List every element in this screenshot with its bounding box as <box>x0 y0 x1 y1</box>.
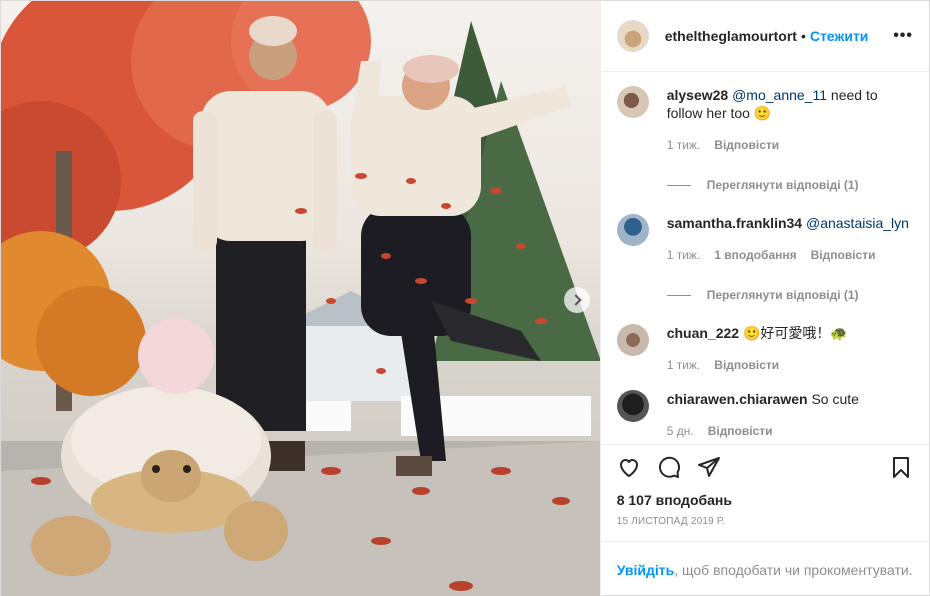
photo-illustration <box>1 1 600 596</box>
more-options-icon[interactable]: ••• <box>893 27 913 45</box>
comment-item: chiarawen.chiarawen So cute 5 дн. Відпов… <box>616 390 913 438</box>
comment-time[interactable]: 1 тиж. <box>667 138 701 152</box>
reply-button[interactable]: Відповісти <box>708 424 773 438</box>
login-link[interactable]: Увійдіть <box>617 562 675 578</box>
comment-icon[interactable] <box>657 455 681 479</box>
commenter-avatar[interactable] <box>616 214 649 246</box>
comments-list: alysew28 @mo_anne_11 need to follow her … <box>601 72 929 444</box>
post-side-panel: ethel­theglamourtort • Стежити ••• alyse… <box>599 1 929 596</box>
replies-divider <box>666 184 691 186</box>
follow-button[interactable]: Стежити <box>810 28 869 44</box>
post-header: ethel­theglamourtort • Стежити ••• <box>600 1 929 72</box>
view-replies-label: Переглянути відповіді (1) <box>706 288 859 302</box>
commenter-avatar[interactable] <box>616 390 649 422</box>
replies-divider <box>666 294 691 296</box>
comment-text: samantha.franklin34 @anastaisia_lyn <box>667 214 913 232</box>
comment-meta: 1 тиж. 1 вподобання Відповісти <box>667 248 913 262</box>
view-replies-label: Переглянути відповіді (1) <box>706 178 859 192</box>
comment-item: alysew28 @mo_anne_11 need to follow her … <box>616 86 913 152</box>
post-date[interactable]: 15 листопад 2019 р. <box>601 508 929 527</box>
commenter-username[interactable]: samantha.franklin34 <box>667 215 802 231</box>
heart-icon[interactable] <box>617 455 641 479</box>
comment-meta: 1 тиж. Відповісти <box>667 138 913 152</box>
comment-text: chuan_222 🙂好可愛哦！🐢 <box>667 324 913 342</box>
comment-likes[interactable]: 1 вподобання <box>714 248 796 262</box>
likes-count[interactable]: 8 107 вподобань <box>601 488 929 508</box>
reply-button[interactable]: Відповісти <box>714 138 779 152</box>
comment-mention[interactable]: @anastaisia_lyn <box>806 215 909 231</box>
login-prompt: Увійдіть , щоб вподобати чи прокоментува… <box>600 541 929 596</box>
reply-button[interactable]: Відповісти <box>811 248 876 262</box>
header-separator: • <box>800 28 806 44</box>
bookmark-icon[interactable] <box>889 455 913 479</box>
comment-text: chiarawen.chiarawen So cute <box>667 390 913 408</box>
view-replies-button[interactable]: Переглянути відповіді (1) <box>666 288 913 302</box>
comment-body: So cute <box>811 391 859 407</box>
comment-time[interactable]: 1 тиж. <box>667 358 701 372</box>
post-photo[interactable] <box>1 1 600 596</box>
commenter-username[interactable]: chiarawen.chiarawen <box>667 391 808 407</box>
comment-meta: 5 дн. Відповісти <box>667 424 913 438</box>
share-icon[interactable] <box>697 455 721 479</box>
comment-item: chuan_222 🙂好可愛哦！🐢 1 тиж. Відповісти <box>616 324 913 372</box>
comment-text: alysew28 @mo_anne_11 need to follow her … <box>667 86 913 122</box>
commenter-username[interactable]: chuan_222 <box>667 325 739 341</box>
chevron-right-icon <box>569 294 582 306</box>
commenter-username[interactable]: alysew28 <box>667 87 729 103</box>
view-replies-button[interactable]: Переглянути відповіді (1) <box>666 178 913 192</box>
carousel-next-button[interactable] <box>564 287 590 313</box>
author-avatar[interactable] <box>616 20 649 52</box>
comment-item: samantha.franklin34 @anastaisia_lyn 1 ти… <box>616 214 913 262</box>
instagram-post: ethel­theglamourtort • Стежити ••• alyse… <box>0 0 930 596</box>
comment-meta: 1 тиж. Відповісти <box>667 358 913 372</box>
comment-time[interactable]: 5 дн. <box>667 424 694 438</box>
commenter-avatar[interactable] <box>616 324 649 356</box>
comment-mention[interactable]: @mo_anne_11 <box>732 87 827 103</box>
comment-body: 🙂好可愛哦！🐢 <box>742 325 848 341</box>
reply-button[interactable]: Відповісти <box>714 358 779 372</box>
login-prompt-text: , щоб вподобати чи прокоментувати. <box>674 561 913 578</box>
comment-time[interactable]: 1 тиж. <box>667 248 701 262</box>
author-username[interactable]: ethel­theglamourtort <box>665 28 797 44</box>
post-actions <box>600 444 929 488</box>
commenter-avatar[interactable] <box>616 86 649 118</box>
